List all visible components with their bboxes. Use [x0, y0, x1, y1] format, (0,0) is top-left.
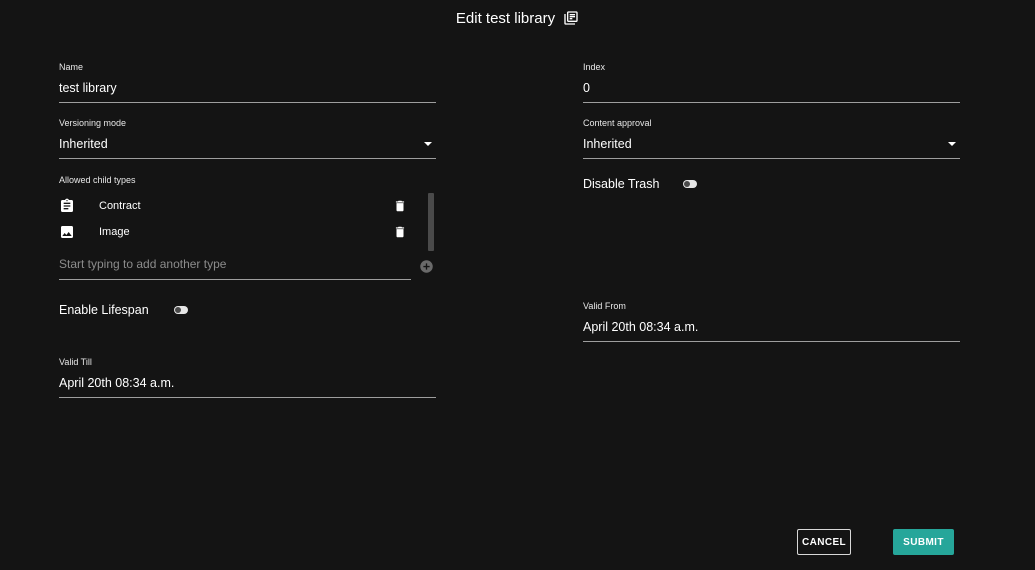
- delete-icon[interactable]: [393, 224, 407, 240]
- disable-trash-label: Disable Trash: [583, 177, 660, 191]
- dropdown-arrow-icon[interactable]: [424, 142, 432, 146]
- delete-icon[interactable]: [393, 198, 407, 214]
- allowed-child-types: Allowed child types Contract Image: [59, 175, 439, 280]
- versioning-mode-select[interactable]: Versioning mode Inherited: [59, 118, 436, 159]
- name-value[interactable]: test library: [59, 81, 117, 95]
- content-approval-label: Content approval: [583, 118, 652, 128]
- valid-till-value[interactable]: April 20th 08:34 a.m.: [59, 376, 174, 390]
- add-circle-icon[interactable]: [419, 259, 434, 274]
- list-item: Image: [59, 219, 439, 245]
- disable-trash-toggle[interactable]: [683, 180, 698, 188]
- index-field[interactable]: Index 0: [583, 62, 960, 103]
- index-label: Index: [583, 62, 606, 72]
- valid-till-field[interactable]: Valid Till April 20th 08:34 a.m.: [59, 357, 436, 398]
- child-type-name: Image: [99, 226, 130, 238]
- index-value[interactable]: 0: [583, 81, 590, 95]
- scrollbar[interactable]: [428, 193, 434, 251]
- content-approval-select[interactable]: Content approval Inherited: [583, 118, 960, 159]
- disable-trash-toggle-row: Disable Trash: [583, 177, 698, 191]
- name-field[interactable]: Name test library: [59, 62, 436, 103]
- submit-button[interactable]: SUBMIT: [893, 529, 954, 555]
- versioning-mode-value[interactable]: Inherited: [59, 137, 108, 151]
- allowed-child-types-label: Allowed child types: [59, 175, 136, 185]
- valid-from-label: Valid From: [583, 301, 626, 311]
- content-approval-value[interactable]: Inherited: [583, 137, 632, 151]
- image-icon: [59, 224, 75, 240]
- add-type-input[interactable]: [59, 253, 411, 280]
- dropdown-arrow-icon[interactable]: [948, 142, 956, 146]
- name-label: Name: [59, 62, 84, 72]
- library-books-icon: [563, 10, 579, 26]
- dialog-header: Edit test library: [0, 7, 1035, 29]
- clipboard-icon: [59, 198, 75, 214]
- enable-lifespan-label: Enable Lifespan: [59, 303, 149, 317]
- enable-lifespan-toggle-row: Enable Lifespan: [59, 303, 188, 317]
- add-type-row: [59, 253, 434, 280]
- page-title: Edit test library: [455, 9, 556, 27]
- versioning-mode-label: Versioning mode: [59, 118, 127, 128]
- valid-from-value[interactable]: April 20th 08:34 a.m.: [583, 320, 698, 334]
- valid-from-field[interactable]: Valid From April 20th 08:34 a.m.: [583, 301, 960, 342]
- list-item: Contract: [59, 193, 439, 219]
- child-type-name: Contract: [99, 200, 141, 212]
- valid-till-label: Valid Till: [59, 357, 92, 367]
- child-type-list: Contract Image: [59, 193, 439, 253]
- enable-lifespan-toggle[interactable]: [173, 306, 188, 314]
- cancel-button[interactable]: CANCEL: [797, 529, 851, 555]
